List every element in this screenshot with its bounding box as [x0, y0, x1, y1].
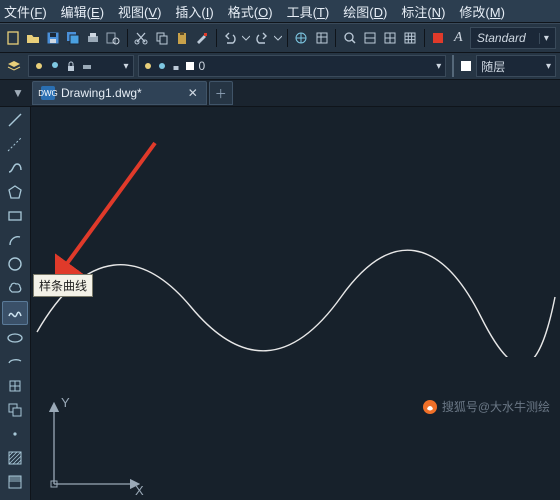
textstyle-icon[interactable]: A	[450, 28, 467, 48]
properties-button[interactable]	[313, 28, 330, 48]
spline-curve	[31, 237, 560, 357]
menu-view[interactable]: 视图(V)	[118, 2, 161, 21]
menu-format[interactable]: 格式(O)	[228, 2, 273, 21]
saveas-button[interactable]	[65, 28, 82, 48]
layer-select[interactable]: 0 ▾	[138, 55, 447, 77]
menu-edit[interactable]: 编辑(E)	[61, 2, 104, 21]
circle-tool[interactable]	[3, 253, 27, 275]
toolbar-separator	[452, 55, 454, 77]
document-tab-label: Drawing1.dwg*	[61, 86, 142, 100]
standard-toolbar: A Standard ▾	[0, 23, 560, 53]
ucs-x-label: X	[135, 483, 144, 498]
sohu-icon	[422, 399, 438, 415]
layer-name: 0	[199, 59, 206, 73]
chevron-down-icon: ▾	[546, 61, 551, 72]
drawing-canvas[interactable]: 样条曲线 搜狐号@大水牛测绘 Y X	[31, 107, 560, 500]
menu-modify[interactable]: 修改(M)	[459, 2, 505, 21]
paste-button[interactable]	[173, 28, 190, 48]
ucs-y-label: Y	[61, 395, 70, 410]
preview-button[interactable]	[105, 28, 122, 48]
block-create-tool[interactable]	[3, 399, 27, 421]
zoom-button[interactable]	[341, 28, 358, 48]
point-tool[interactable]	[3, 423, 27, 445]
hatch-tool[interactable]	[3, 447, 27, 469]
print-icon	[81, 60, 93, 72]
layer-manager-button[interactable]	[4, 56, 24, 76]
lightbulb-icon	[49, 60, 61, 72]
print-button[interactable]	[85, 28, 102, 48]
grid2-button[interactable]	[381, 28, 398, 48]
cut-button[interactable]	[133, 28, 150, 48]
gradient-tool[interactable]	[3, 471, 27, 493]
undo-button[interactable]	[221, 28, 238, 48]
document-tab-strip: ▼ DWG Drawing1.dwg* ✕ ＋	[0, 80, 560, 107]
lightbulb-icon	[143, 61, 153, 71]
designcenter-button[interactable]	[293, 28, 310, 48]
menu-draw[interactable]: 绘图(D)	[343, 2, 387, 21]
lock-icon	[171, 61, 181, 71]
close-tab-button[interactable]: ✕	[188, 86, 198, 100]
matchprop-button[interactable]	[193, 28, 210, 48]
menu-file[interactable]: 文件(F)	[4, 2, 47, 21]
xline-tool[interactable]	[3, 133, 27, 155]
new-tab-button[interactable]: ＋	[209, 81, 233, 105]
line-tool[interactable]	[3, 109, 27, 131]
redo-dropdown[interactable]	[273, 28, 282, 48]
new-button[interactable]	[4, 28, 21, 48]
menu-tools[interactable]: 工具(T)	[287, 2, 330, 21]
watermark: 搜狐号@大水牛测绘	[422, 398, 550, 415]
rectangle-tool[interactable]	[3, 205, 27, 227]
color-bylayer-select[interactable]: 随层 ▾	[476, 55, 556, 77]
annotation-arrow	[55, 137, 165, 287]
chevron-down-icon: ▾	[124, 61, 129, 72]
redo-button[interactable]	[253, 28, 270, 48]
ellipse-arc-tool[interactable]	[3, 351, 27, 373]
ucs-icon: Y X	[39, 389, 149, 499]
chevron-down-icon: ▾	[539, 33, 549, 44]
menu-dim[interactable]: 标注(N)	[401, 2, 445, 21]
menu-insert[interactable]: 插入(I)	[175, 2, 213, 21]
polyline-tool[interactable]	[3, 157, 27, 179]
text-style-select[interactable]: Standard ▾	[470, 27, 556, 49]
dwg-file-icon: DWG	[41, 86, 55, 100]
text-style-value: Standard	[477, 31, 526, 45]
save-button[interactable]	[44, 28, 61, 48]
sun-icon	[33, 60, 45, 72]
copy-button[interactable]	[153, 28, 170, 48]
watermark-text: 搜狐号@大水牛测绘	[442, 398, 550, 415]
open-button[interactable]	[24, 28, 41, 48]
revcloud-tool[interactable]	[3, 277, 27, 299]
undo-dropdown[interactable]	[242, 28, 251, 48]
chevron-down-icon: ▾	[436, 61, 441, 72]
arc-tool[interactable]	[3, 229, 27, 251]
spline-tool[interactable]	[2, 301, 28, 325]
lock-icon	[65, 60, 77, 72]
draw-toolbar	[0, 107, 31, 500]
document-tab[interactable]: DWG Drawing1.dwg* ✕	[32, 81, 207, 105]
layer-filter-select[interactable]: ▾	[28, 55, 134, 77]
tab-menu-arrow[interactable]: ▼	[10, 85, 26, 101]
bylayer-color-icon	[460, 60, 472, 72]
grid1-button[interactable]	[361, 28, 378, 48]
block-insert-tool[interactable]	[3, 375, 27, 397]
spline-tooltip: 样条曲线	[33, 274, 93, 297]
ellipse-tool[interactable]	[3, 327, 27, 349]
color-bylayer-label: 随层	[481, 58, 505, 75]
menu-bar: 文件(F) 编辑(E) 视图(V) 插入(I) 格式(O) 工具(T) 绘图(D…	[0, 0, 560, 23]
layer-toolbar: ▾ 0 ▾ 随层 ▾	[0, 53, 560, 80]
grid3-button[interactable]	[402, 28, 419, 48]
polygon-tool[interactable]	[3, 181, 27, 203]
sun-icon	[157, 61, 167, 71]
color-button[interactable]	[430, 28, 447, 48]
color-swatch-icon	[185, 61, 195, 71]
